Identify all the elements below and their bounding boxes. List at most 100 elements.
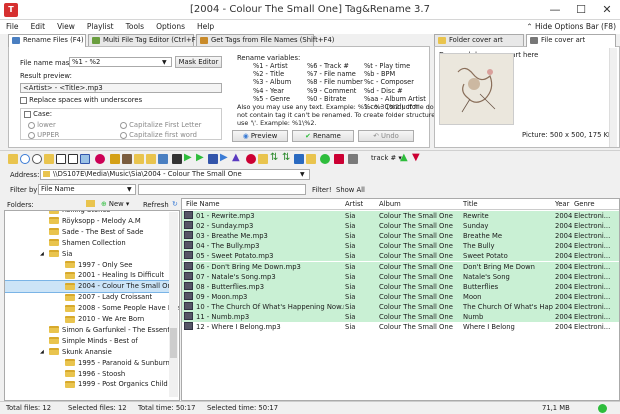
key-icon[interactable]	[110, 154, 120, 164]
tree-item[interactable]: 1997 - Only See	[5, 260, 170, 271]
menu-edit[interactable]: Edit	[25, 20, 52, 34]
table-row[interactable]: 12 - Where I Belong.mp3 Sia Colour The Sma…	[182, 322, 619, 332]
table-row[interactable]: 03 - Breathe Me.mp3 Sia Colour The Small O…	[182, 231, 619, 242]
case-checkbox[interactable]	[24, 110, 31, 118]
open-folder-icon[interactable]	[8, 154, 18, 164]
refresh-icon[interactable]	[20, 154, 30, 164]
replace-spaces-checkbox[interactable]	[20, 96, 27, 104]
tree-item[interactable]: 2010 - We Are Born	[5, 314, 170, 325]
save-icon[interactable]	[158, 154, 168, 164]
tab-tags-from-filenames[interactable]: Get Tags from File Names (Shift+F4)	[196, 34, 334, 46]
undo-button[interactable]: ↶ Undo	[358, 130, 414, 142]
col-artist[interactable]: Artist	[345, 200, 363, 208]
filter-input[interactable]	[138, 184, 306, 195]
tree-item[interactable]: Simon & Garfunkel - The Essentia	[5, 325, 176, 336]
list-icon[interactable]	[258, 154, 268, 164]
table-row[interactable]: 01 - Rewrite.mp3 Sia Colour The Small One R…	[182, 211, 619, 222]
table-row[interactable]: 09 - Moon.mp3 Sia Colour The Small One Moon…	[182, 291, 619, 302]
tag-icon[interactable]	[95, 154, 105, 164]
delete-icon[interactable]	[334, 154, 344, 164]
table-row[interactable]: 07 - Natale's Song.mp3 Sia Colour The Smal…	[182, 271, 619, 282]
cover-scrollbar[interactable]	[609, 48, 617, 147]
number-icon[interactable]	[294, 154, 304, 164]
sort-desc-icon[interactable]: ⇅	[282, 152, 290, 163]
tree-item[interactable]: 2004 - Colour The Small One	[5, 280, 176, 293]
chevron-down-icon[interactable]: ▼	[162, 59, 167, 66]
col-title[interactable]: Title	[463, 200, 478, 208]
pencil-icon[interactable]	[122, 154, 132, 164]
tree-item[interactable]: 1999 - Post Organics Child	[5, 379, 170, 390]
case-option[interactable]: Case:	[24, 110, 52, 118]
upper-radio[interactable]	[28, 131, 35, 139]
expand-icon[interactable]: ◢	[40, 249, 44, 260]
tree-item[interactable]: 1995 - Paranoid & Sunburnt	[5, 358, 172, 369]
table-row[interactable]: 11 - Numb.mp3 Sia Colour The Small One Numb…	[182, 312, 619, 323]
case-lower-option[interactable]: lower	[28, 121, 56, 129]
minimize-button[interactable]: —	[542, 0, 568, 20]
table-row[interactable]: 05 - Sweet Potato.mp3 Sia Colour The Small…	[182, 251, 619, 262]
filter-field-select[interactable]: File Name	[38, 184, 136, 195]
stop-icon[interactable]	[172, 154, 182, 164]
tab-folder-cover-art[interactable]: Folder cover art	[434, 34, 524, 46]
refresh-folders-button[interactable]: Refresh	[143, 201, 169, 209]
chevron-down-icon[interactable]: ▼	[300, 171, 305, 178]
ok-icon[interactable]	[320, 154, 330, 164]
search-icon[interactable]	[32, 154, 42, 164]
export-icon[interactable]	[306, 154, 316, 164]
mask-editor-button[interactable]: Mask Editor	[175, 56, 222, 68]
chevron-down-icon[interactable]: ▼	[127, 186, 132, 193]
close-button[interactable]: ✕	[594, 0, 620, 20]
cover-art-image[interactable]	[439, 53, 514, 125]
sort-up-icon[interactable]: ▲	[400, 152, 408, 163]
play-icon[interactable]: ▶	[184, 152, 192, 163]
preview-button[interactable]: ◉ Preview	[232, 130, 288, 142]
tree-item[interactable]: Sade - The Best of Sade	[5, 227, 170, 238]
case-upper-option[interactable]: UPPER	[28, 131, 59, 139]
table-row[interactable]: 08 - Butterflies.mp3 Sia Colour The Small …	[182, 281, 619, 292]
expand-icon[interactable]: ◢	[40, 347, 44, 358]
columns-icon[interactable]	[80, 154, 90, 164]
menu-tools[interactable]: Tools	[120, 20, 150, 34]
tree-item[interactable]: 2001 - Healing Is Difficult	[5, 270, 170, 281]
sort-down-icon[interactable]: ▼	[412, 152, 420, 163]
tree-item[interactable]: 1996 - Stoosh	[5, 369, 170, 380]
sort-icon[interactable]: ⇅	[270, 152, 278, 163]
tree-item[interactable]: Rolling Stones	[5, 211, 170, 216]
folder-tree-scrollbar[interactable]	[169, 212, 178, 397]
tree-item[interactable]: ◢ Sia	[5, 249, 170, 260]
menu-help[interactable]: Help	[191, 20, 220, 34]
rename-button[interactable]: ✔ Rename	[292, 130, 354, 142]
tree-item[interactable]: Röyksopp - Melody A.M	[5, 216, 170, 227]
tree-item[interactable]: Simple Minds - Best of	[5, 336, 170, 347]
col-genre[interactable]: Genre	[574, 200, 595, 208]
track-sort-dropdown[interactable]: track # ▾	[371, 154, 402, 162]
menu-view[interactable]: View	[51, 20, 81, 34]
options-icon[interactable]	[348, 154, 358, 164]
maximize-button[interactable]: ☐	[568, 0, 594, 20]
table-row[interactable]: 06 - Don't Bring Me Down.mp3 Sia Colour Th…	[182, 261, 619, 272]
filter-button[interactable]: Filter!	[312, 186, 332, 194]
tab-file-cover-art[interactable]: File cover art	[526, 34, 616, 47]
copy-icon[interactable]	[134, 154, 144, 164]
mask-input[interactable]: %1 - %2	[69, 57, 172, 67]
address-input[interactable]: \\DS107E\Media\Music\Sia\2004 - Colour T…	[40, 169, 310, 180]
refresh-icon[interactable]: ↻	[172, 200, 178, 208]
show-all-button[interactable]: Show All	[336, 186, 365, 194]
paste-icon[interactable]	[146, 154, 156, 164]
tab-multi-file-editor[interactable]: Multi File Tag Editor (Ctrl+F4)	[88, 34, 203, 46]
col-file-name[interactable]: File Name	[186, 200, 220, 208]
menu-file[interactable]: File	[0, 20, 25, 34]
menu-options[interactable]: Options	[150, 20, 191, 34]
cap-first-word-radio[interactable]	[120, 131, 127, 139]
tree-item[interactable]: Shamen Collection	[5, 238, 170, 249]
scroll-thumb[interactable]	[170, 328, 177, 358]
pause-icon[interactable]	[208, 154, 218, 164]
play-next-icon[interactable]: ▶	[196, 152, 204, 163]
cap-first-letter-radio[interactable]	[120, 121, 127, 129]
grid-icon[interactable]	[68, 154, 78, 164]
folder-icon[interactable]	[44, 154, 54, 164]
tree-item[interactable]: 2007 - Lady Croissant	[5, 292, 170, 303]
tab-rename-files[interactable]: Rename Files (F4)	[8, 34, 86, 47]
tree-item[interactable]: ◢ Skunk Anansie	[5, 347, 170, 358]
record-icon[interactable]	[246, 154, 256, 164]
